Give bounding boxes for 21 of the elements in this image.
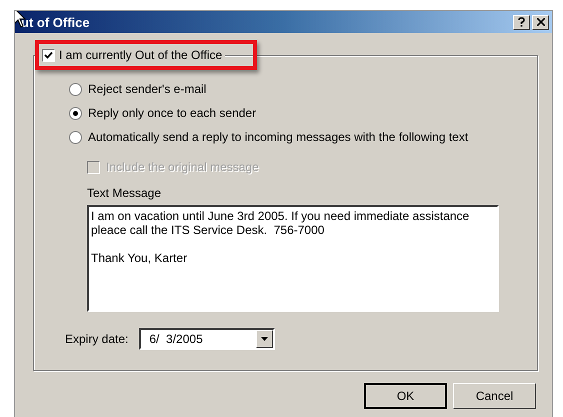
close-icon	[536, 18, 544, 26]
caret-icon	[261, 337, 268, 341]
text-message-label: Text Message	[87, 186, 162, 200]
radio-label: Automatically send a reply to incoming messages with the following text	[88, 130, 468, 144]
dialog-button[interactable]: Cancel	[453, 383, 536, 409]
radio-label: Reply only once to each sender	[88, 106, 256, 120]
radio-label: Reject sender's e-mail	[88, 82, 206, 96]
dropdown-button[interactable]	[256, 330, 274, 348]
close-button[interactable]	[532, 14, 549, 30]
expiry-date-label: Expiry date:	[65, 332, 128, 346]
radio-button[interactable]	[69, 106, 82, 120]
radio-button[interactable]	[69, 130, 82, 144]
expiry-date-dropdown[interactable]: 6/ 3/2005	[139, 328, 276, 350]
dialog-button[interactable]: OK	[364, 383, 447, 409]
radio-button[interactable]	[69, 82, 82, 96]
question-icon	[518, 17, 525, 27]
help-button[interactable]	[513, 14, 530, 30]
window-title: ut of Office	[21, 14, 90, 30]
checkbox-label: I am currently Out of the Office	[59, 48, 222, 62]
out-of-office-checkbox[interactable]	[42, 48, 55, 62]
message-text-field[interactable]: I am on vacation until June 3rd 2005. If you need immediate assistance pleace call the ITS Service Desk. 756-7000 Thank You, Karter	[87, 205, 499, 312]
